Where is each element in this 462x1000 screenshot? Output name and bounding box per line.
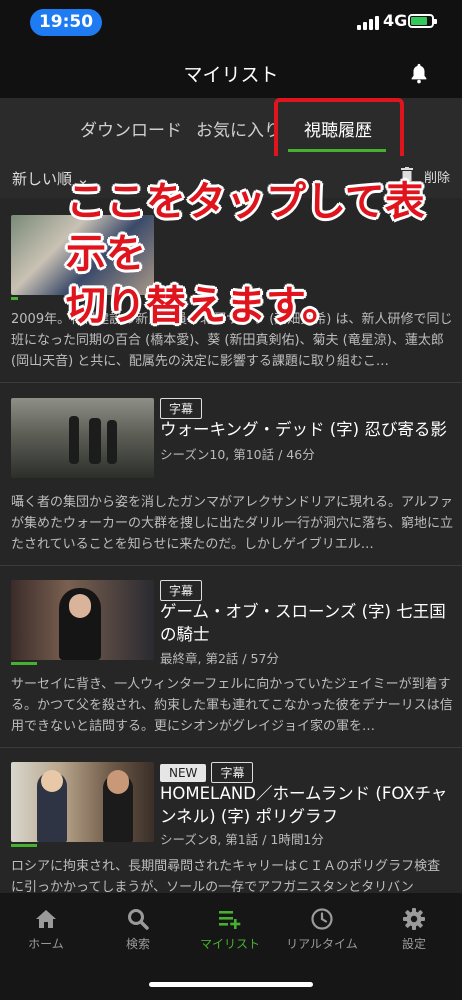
nav-label: 検索 [125,937,150,951]
item-badges: 字幕 [160,398,207,419]
battery-icon [408,14,437,28]
status-bar: 19:50 4G [0,0,462,44]
item-episode-info: シーズン10, 第10話 / 46分 [160,447,315,462]
item-badges: 字幕 [160,580,207,601]
divider [0,382,462,383]
divider [0,747,462,748]
signal-icon [357,16,379,30]
item-badges: NEW 字幕 [160,762,258,783]
subtitle-badge: 字幕 [211,762,254,783]
item-episode-info: 最終章, 第2話 / 57分 [160,651,279,666]
status-time: 19:50 [30,9,102,36]
nav-label: リアルタイム [286,937,358,951]
thumbnail-image[interactable] [11,762,154,842]
watch-progress [11,662,37,665]
nav-label: マイリスト [199,937,260,951]
nav-label: ホーム [28,937,64,951]
network-label: 4G [383,11,408,30]
bell-icon[interactable] [408,62,430,84]
clock-icon [311,908,333,930]
item-description: ロシアに拘束され、長期間尋問されたキャリーはＣＩＡのポリグラフ検査に引っかかって… [11,859,441,893]
home-indicator[interactable] [149,982,313,987]
search-icon [128,909,149,930]
page-title: マイリスト [183,64,279,86]
item-title: HOMELAND／ホームランド (FOXチャンネル) (字) ポリグラフ [160,784,448,826]
item-description: サーセイに背き、一人ウィンターフェルに向かっていたジェイミーが到着する。かつて父… [11,677,453,734]
item-title: ウォーキング・デッド (字) 忍び寄る影 [160,420,447,439]
thumbnail-image[interactable] [11,580,154,660]
home-icon [36,910,56,928]
subtitle-badge: 字幕 [160,398,203,419]
watch-progress [11,844,37,847]
item-title: ゲーム・オブ・スローンズ (字) 七王国の騎士 [160,602,446,644]
annotation-text: ここをタップして表示を 切り替えます。 [66,179,425,329]
watch-progress [11,297,18,300]
tab-favorites[interactable]: お気に入り [196,116,276,141]
item-episode-info: シーズン8, 第1話 / 1時間1分 [160,832,324,847]
tab-download[interactable]: ダウンロード [80,116,182,141]
item-description: 囁く者の集団から姿を消したガンマがアレクサンドリアに現れる。アルファが集めたウォ… [11,495,453,552]
mylist-icon [219,911,241,929]
gear-icon [403,908,425,930]
new-badge: NEW [160,764,207,782]
app-header: マイリスト [0,44,462,98]
divider [0,565,462,566]
subtitle-badge: 字幕 [160,580,203,601]
nav-label: 設定 [401,937,426,951]
thumbnail-image[interactable] [11,398,154,478]
